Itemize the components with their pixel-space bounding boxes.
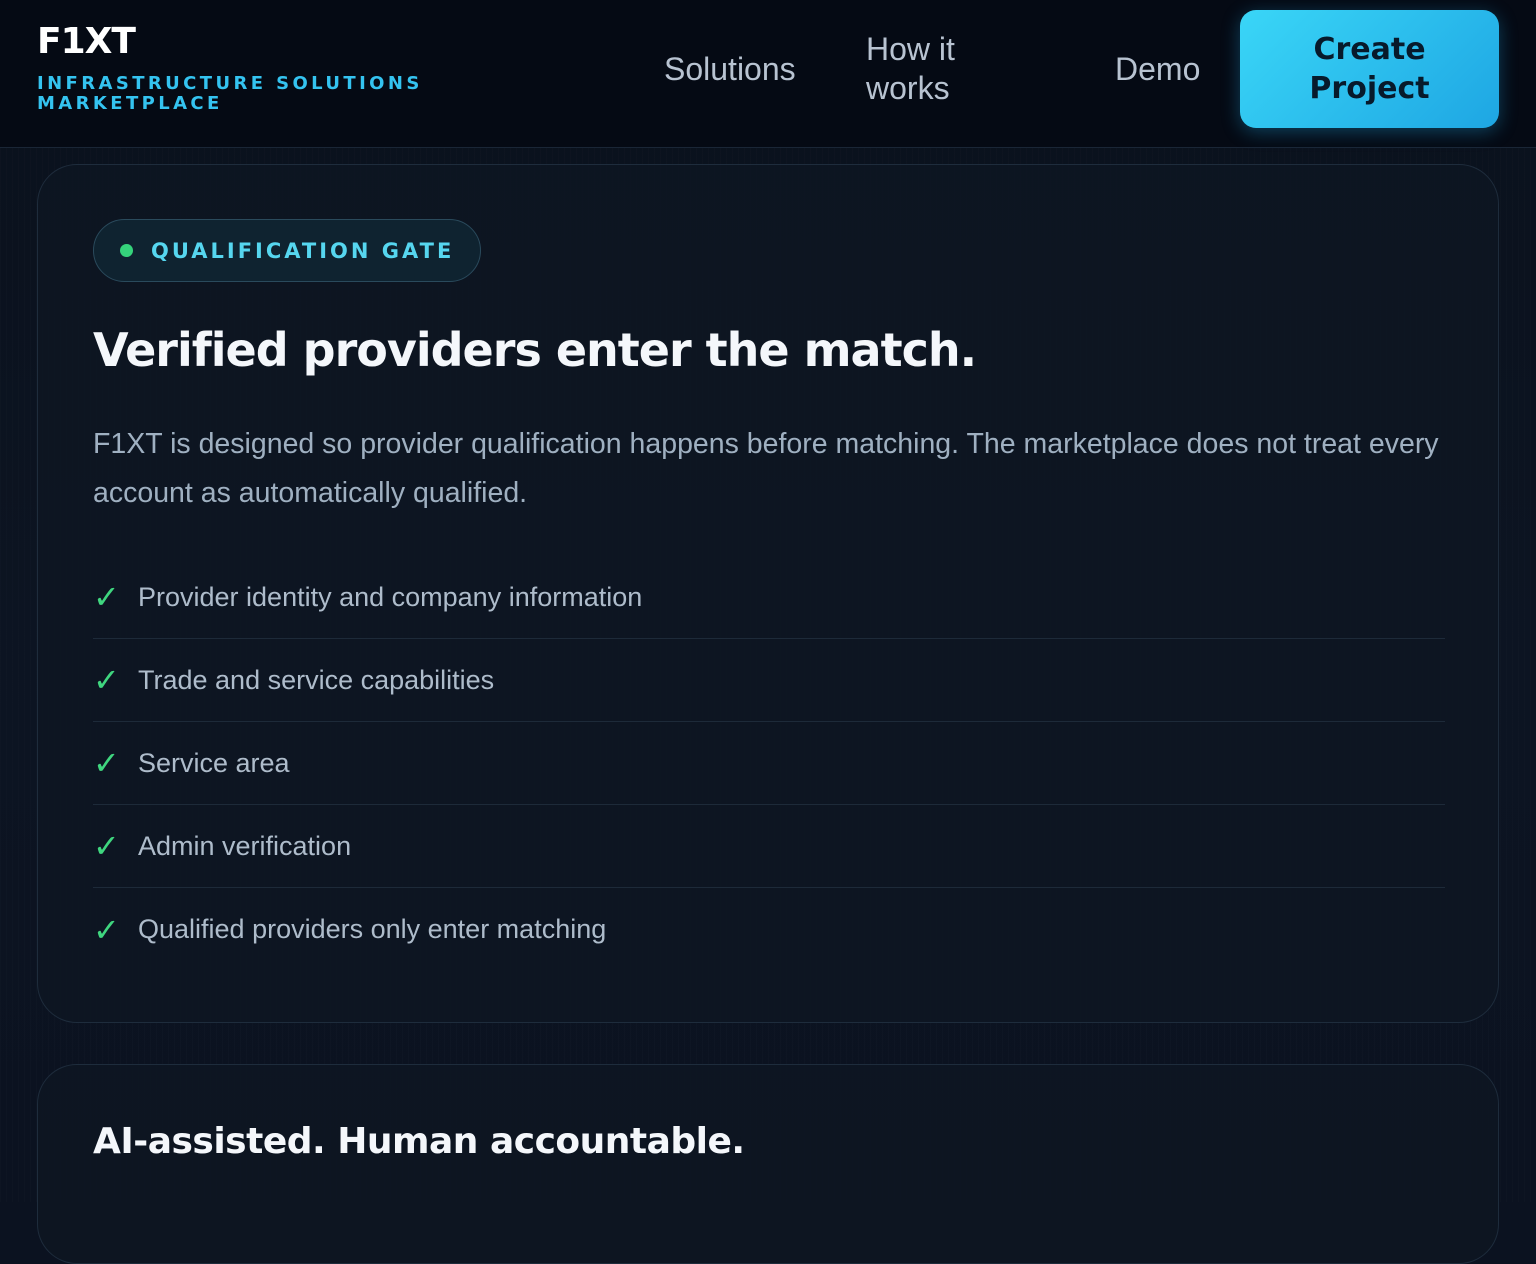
- checklist-item-label: Provider identity and company informatio…: [138, 581, 643, 612]
- card-description: F1XT is designed so provider qualificati…: [93, 428, 1439, 509]
- check-icon: ✓: [93, 744, 120, 782]
- qualification-card: QUALIFICATION GATE Verified providers en…: [37, 164, 1499, 1023]
- qualification-badge: QUALIFICATION GATE: [93, 219, 482, 282]
- checklist-item-label: Qualified providers only enter matching: [138, 914, 607, 944]
- check-icon: ✓: [93, 578, 120, 616]
- nav-how-it-works-link[interactable]: How it works: [866, 30, 996, 108]
- checklist-item: ✓ Trade and service capabilities: [93, 639, 1445, 722]
- badge-label: QUALIFICATION GATE: [151, 238, 455, 263]
- checklist-item-label: Trade and service capabilities: [138, 664, 495, 695]
- brand-name: F1XT: [37, 21, 136, 62]
- ai-accountability-card: AI-assisted. Human accountable.: [37, 1064, 1499, 1264]
- create-project-button[interactable]: Create Project: [1240, 10, 1499, 128]
- checklist-item: ✓ Service area: [93, 722, 1445, 805]
- checklist-item: ✓ Admin verification: [93, 805, 1445, 888]
- checklist-item-label: Service area: [138, 747, 290, 778]
- checklist-item-label: Admin verification: [138, 830, 352, 861]
- nav-demo-link[interactable]: Demo: [1115, 50, 1200, 89]
- qualification-checklist: ✓ Provider identity and company informat…: [93, 556, 1445, 971]
- card-title: Verified providers enter the match.: [93, 323, 977, 377]
- ai-card-title: AI-assisted. Human accountable.: [93, 1121, 745, 1162]
- status-dot-icon: [120, 244, 133, 257]
- check-icon: ✓: [93, 827, 120, 865]
- check-icon: ✓: [93, 661, 120, 699]
- create-project-label: Create Project: [1309, 32, 1430, 106]
- checklist-item: ✓ Qualified providers only enter matchin…: [93, 888, 1445, 971]
- nav-solutions-link[interactable]: Solutions: [664, 50, 796, 89]
- brand-logo[interactable]: F1XT INFRASTRUCTURE SOLUTIONS MARKETPLAC…: [37, 22, 437, 114]
- check-icon: ✓: [93, 910, 120, 949]
- checklist-item: ✓ Provider identity and company informat…: [93, 556, 1445, 639]
- site-header: F1XT INFRASTRUCTURE SOLUTIONS MARKETPLAC…: [0, 0, 1536, 148]
- brand-tagline: INFRASTRUCTURE SOLUTIONS MARKETPLACE: [37, 73, 423, 114]
